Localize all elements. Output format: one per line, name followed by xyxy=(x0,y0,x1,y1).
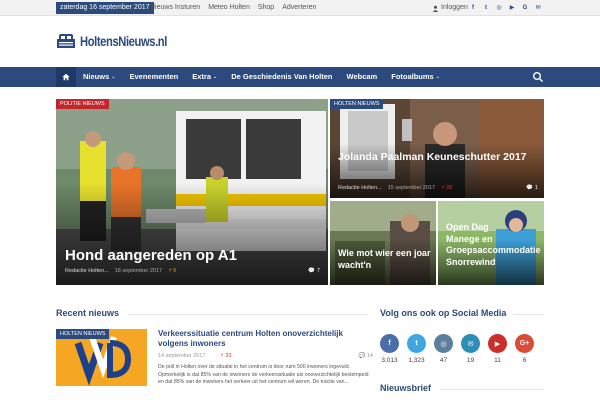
comment-count[interactable]: 💬 14 xyxy=(358,353,373,359)
post-date: 18 september 2017 xyxy=(114,268,163,274)
hero-bottom-right-article[interactable]: Open Dag Manege en Groepsaccommodatie Sn… xyxy=(438,201,544,285)
author-link[interactable]: Redactie Holten... xyxy=(65,268,109,274)
category-badge[interactable]: HOLTEN NIEUWS xyxy=(56,329,110,339)
recent-news-heading: Recent nieuws xyxy=(56,308,120,318)
hero-top-right-title[interactable]: Jolanda Paalman Keuneschutter 2017 xyxy=(338,151,538,165)
nav-home[interactable] xyxy=(56,67,76,87)
section-divider xyxy=(440,389,544,390)
twitter-icon[interactable]: t xyxy=(483,2,489,14)
top-link-adverteren[interactable]: Adverteren xyxy=(282,2,316,14)
twitter-icon: t xyxy=(407,334,426,353)
social-media-heading: Volg ons ook op Social Media xyxy=(380,308,507,318)
comment-count[interactable]: 💬 1 xyxy=(526,185,538,191)
heat-icon: ⚡ xyxy=(168,268,172,274)
nav-item-fotoalbums[interactable]: Fotoalbums ⌄ xyxy=(384,67,447,87)
nav-item-geschiedenis[interactable]: De Geschiedenis Van Holten xyxy=(224,67,339,87)
author-link[interactable]: Redactie Holten... xyxy=(338,185,382,191)
hero-top-right-article[interactable]: HOLTEN NIEUWS Jolanda Paalman Keuneschut… xyxy=(330,99,544,198)
googleplus-icon[interactable]: G xyxy=(522,2,528,14)
hero-bottom-left-title[interactable]: Wie mot wier een joar wacht'n xyxy=(338,248,436,271)
heat-count: 28 xyxy=(446,185,453,191)
logo-text: HoltensNieuws.nl xyxy=(80,33,167,49)
home-icon xyxy=(62,73,70,81)
hero-bottom-left-article[interactable]: Wie mot wier een joar wacht'n xyxy=(330,201,436,285)
instagram-icon[interactable]: ◎ xyxy=(496,2,502,14)
social-count: 11 xyxy=(494,357,501,364)
social-count: 1,323 xyxy=(408,357,425,364)
search-icon[interactable] xyxy=(532,71,544,83)
post-date: 15 september 2017 xyxy=(387,185,436,191)
article-thumbnail[interactable]: HOLTEN NIEUWS xyxy=(56,329,147,386)
top-link-meteo-holten[interactable]: Meteo Holten xyxy=(208,2,250,14)
hero-main-article[interactable]: POLITIE NIEUWS Hond aangereden op A1 Red… xyxy=(56,99,328,285)
top-social-icons: f t ◎ ▶ G ✉ xyxy=(470,2,541,14)
social-count: 19 xyxy=(466,357,475,364)
article-excerpt: De poll in Holten over de situatie in he… xyxy=(158,364,369,386)
comment-icon: 💬 xyxy=(526,185,533,191)
post-date: 14 september 2017 xyxy=(158,353,206,359)
social-count: 6 xyxy=(522,357,527,364)
chevron-down-icon: ⌄ xyxy=(111,74,116,80)
site-logo[interactable]: HoltensNieuws.nl xyxy=(56,33,189,49)
nav-item-webcam[interactable]: Webcam xyxy=(340,67,385,87)
instagram-icon: ◎ xyxy=(434,334,453,353)
heat-count: ⚡ 33 xyxy=(220,353,232,359)
nav-item-extra[interactable]: Extra ⌄ xyxy=(185,67,224,87)
newsletter-heading: Nieuwsbrief xyxy=(380,383,432,393)
chevron-down-icon: ⌄ xyxy=(435,74,440,80)
social-count: 47 xyxy=(439,357,448,364)
youtube-icon[interactable]: ▶ xyxy=(509,2,515,14)
email-icon: ✉ xyxy=(461,334,480,353)
comment-icon: 💬 xyxy=(358,353,366,359)
newspaper-logo-icon xyxy=(56,33,76,49)
nav-item-nieuws[interactable]: Nieuws ⌄ xyxy=(76,67,122,87)
user-icon xyxy=(432,5,439,12)
heat-icon: ⚡ xyxy=(441,185,445,191)
nav-item-evenementen[interactable]: Evenementen xyxy=(122,67,185,87)
section-divider xyxy=(514,314,544,315)
social-counter-googleplus[interactable]: G+ 6 xyxy=(515,334,534,364)
youtube-icon: ▶ xyxy=(488,334,507,353)
comment-icon: 💬 xyxy=(308,268,315,274)
social-count: 3,013 xyxy=(381,357,398,364)
main-nav: Nieuws ⌄ Evenementen Extra ⌄ De Geschieden… xyxy=(0,67,600,87)
heat-icon: ⚡ xyxy=(220,353,224,359)
facebook-icon: f xyxy=(380,334,399,353)
facebook-icon[interactable]: f xyxy=(470,2,476,14)
heat-count: 9 xyxy=(173,268,177,274)
hero-bottom-right-title[interactable]: Open Dag Manege en Groepsaccommodatie Sn… xyxy=(446,222,541,269)
social-counter-instagram[interactable]: ◎ 47 xyxy=(434,334,453,364)
login-label: Inloggen xyxy=(441,4,468,11)
social-counters: f 3,013 t 1,323 ◎ 47 ✉ 19 ▶ 11 G+ 6 xyxy=(380,334,534,364)
top-link-nieuws-insturen[interactable]: Nieuws Insturen xyxy=(150,2,200,14)
section-divider xyxy=(128,314,368,315)
article-meta: 14 september 2017 ⚡ 33 💬 14 xyxy=(158,353,373,361)
social-counter-youtube[interactable]: ▶ 11 xyxy=(488,334,507,364)
top-links: Nieuws Insturen Meteo Holten Shop Advert… xyxy=(150,2,316,14)
article-title[interactable]: Verkeerssituatie centrum Holten onoverzi… xyxy=(158,329,368,348)
category-badge[interactable]: HOLTEN NIEUWS xyxy=(330,99,384,109)
login-link[interactable]: Inloggen xyxy=(432,2,468,14)
category-badge[interactable]: POLITIE NIEUWS xyxy=(56,99,109,109)
top-link-shop[interactable]: Shop xyxy=(258,2,274,14)
hero-top-right-meta: Redactie Holten... 15 september 2017 ⚡ 2… xyxy=(338,185,452,191)
date-badge: zaterdag 16 september 2017 xyxy=(56,2,154,14)
social-counter-facebook[interactable]: f 3,013 xyxy=(380,334,399,364)
hero-main-title[interactable]: Hond aangereden op A1 xyxy=(65,247,237,265)
email-icon[interactable]: ✉ xyxy=(535,2,541,14)
social-counter-twitter[interactable]: t 1,323 xyxy=(407,334,426,364)
googleplus-icon: G+ xyxy=(515,334,534,353)
social-counter-email[interactable]: ✉ 19 xyxy=(461,334,480,364)
chevron-down-icon: ⌄ xyxy=(213,74,218,80)
comment-count[interactable]: 💬 7 xyxy=(308,268,320,274)
hero-main-meta: Redactie Holten... 18 september 2017 ⚡ 9 xyxy=(65,268,176,274)
